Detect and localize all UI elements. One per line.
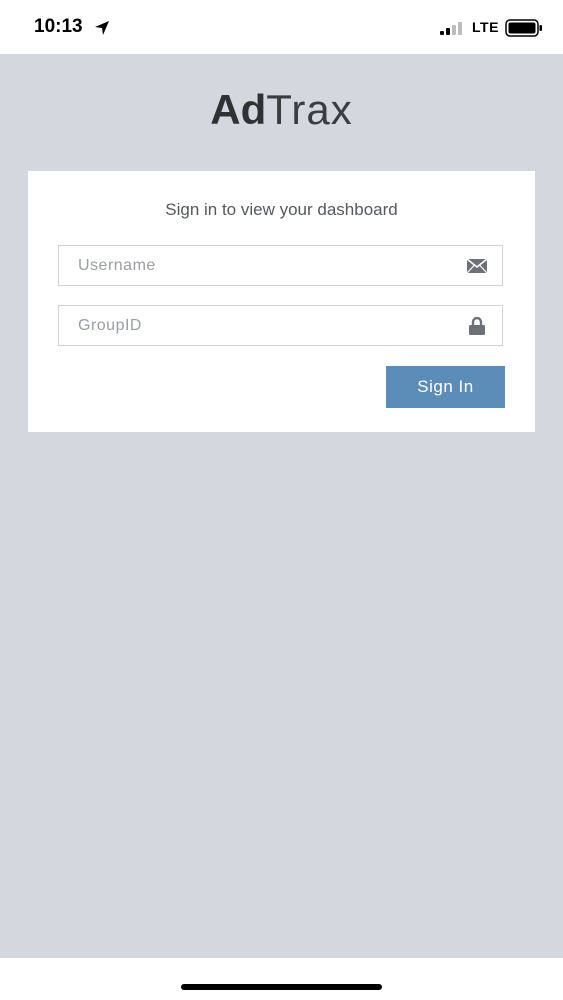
login-card: Sign in to view your dashboard Sign In bbox=[28, 171, 535, 432]
location-arrow-icon bbox=[95, 21, 109, 35]
login-title: Sign in to view your dashboard bbox=[165, 200, 398, 219]
groupid-field[interactable] bbox=[58, 305, 503, 346]
username-input[interactable] bbox=[59, 246, 459, 285]
lock-icon bbox=[469, 317, 485, 335]
home-indicator-area bbox=[0, 958, 563, 1000]
status-bar: 10:13 LTE bbox=[0, 0, 563, 54]
cellular-signal-icon bbox=[440, 22, 462, 35]
envelope-icon bbox=[466, 258, 488, 274]
app-logo: AdTrax bbox=[0, 86, 563, 134]
home-indicator[interactable] bbox=[181, 984, 382, 990]
logo-light-text: Trax bbox=[266, 86, 353, 133]
groupid-input[interactable] bbox=[59, 306, 459, 345]
username-field[interactable] bbox=[58, 245, 503, 286]
logo-bold-text: Ad bbox=[210, 86, 267, 133]
network-type: LTE bbox=[472, 19, 499, 35]
sign-in-button[interactable]: Sign In bbox=[386, 366, 505, 408]
status-time: 10:13 bbox=[34, 16, 83, 37]
battery-icon bbox=[505, 19, 542, 37]
